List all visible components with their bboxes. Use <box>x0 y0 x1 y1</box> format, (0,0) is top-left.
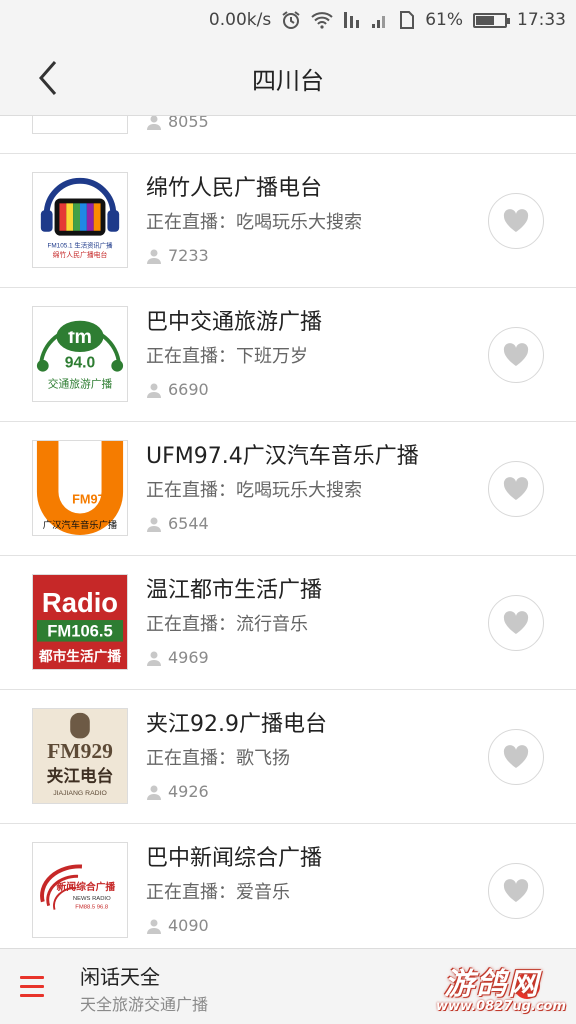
station-name: UFM97.4广汉汽车音乐广播 <box>146 444 419 469</box>
heart-icon <box>503 477 529 500</box>
logo-text: 绵竹人民广播电台 <box>53 250 108 259</box>
user-icon <box>147 517 161 532</box>
watermark-logo: 游鸽网 www.0827ug.com <box>420 955 570 1021</box>
station-logo: 新闻综合广播 NEWS RADIO FM88.5 96.8 <box>32 842 128 938</box>
user-icon <box>147 919 161 934</box>
watermark-text: 游鸽网 <box>444 967 540 1002</box>
now-playing: 正在直播：流行音乐 <box>146 614 308 635</box>
user-icon <box>147 785 161 800</box>
listener-count: 8055 <box>146 116 209 131</box>
listener-count: 7233 <box>146 246 209 265</box>
now-playing: 正在直播：吃喝玩乐大搜索 <box>146 212 362 233</box>
favorite-button[interactable] <box>488 327 544 383</box>
heart-icon <box>503 879 529 902</box>
battery-icon <box>473 12 510 28</box>
signal-icon <box>371 10 389 30</box>
station-row[interactable]: 8055 <box>0 116 576 154</box>
watermark-url: www.0827ug.com <box>436 999 566 1014</box>
logo-text: FM97.4 <box>72 492 115 507</box>
station-list[interactable]: 8055 FM105.1 生活资讯广播 绵竹人民广播电台 绵竹人民广播电台 正在… <box>0 116 576 948</box>
station-row[interactable]: Radio FM106.5 都市生活广播 温江都市生活广播 正在直播：流行音乐 … <box>0 556 576 690</box>
user-icon <box>147 249 161 264</box>
alarm-icon <box>281 10 301 30</box>
net-speed: 0.00k/s <box>208 10 272 30</box>
logo-text: FM106.5 <box>47 622 113 641</box>
user-icon <box>147 383 161 398</box>
station-logo: Radio FM106.5 都市生活广播 <box>32 574 128 670</box>
logo-text: JIAJIANG RADIO <box>53 790 107 797</box>
station-logo: FM105.1 生活资讯广播 绵竹人民广播电台 <box>32 172 128 268</box>
favorite-button[interactable] <box>488 729 544 785</box>
logo-text: NEWS RADIO <box>73 896 111 902</box>
logo-text: 交通旅游广播 <box>48 377 113 390</box>
heart-icon <box>503 611 529 634</box>
logo-text: 新闻综合广播 <box>57 880 116 893</box>
now-playing: 正在直播：下班万岁 <box>146 346 308 367</box>
station-row[interactable]: fm 94.0 交通旅游广播 巴中交通旅游广播 正在直播：下班万岁 6690 <box>0 288 576 422</box>
listener-count: 6690 <box>146 380 209 399</box>
logo-text: FM88.5 96.8 <box>75 905 108 911</box>
back-button[interactable] <box>28 58 68 98</box>
station-name: 温江都市生活广播 <box>146 578 323 603</box>
station-name: 巴中新闻综合广播 <box>146 846 323 871</box>
favorite-button[interactable] <box>488 595 544 651</box>
listener-count: 4969 <box>146 648 209 667</box>
now-playing: 正在直播：爱音乐 <box>146 882 290 903</box>
logo-text: FM105.1 生活资讯广播 <box>47 240 113 249</box>
logo-text: FM929 <box>47 739 113 763</box>
now-playing: 正在直播：吃喝玩乐大搜索 <box>146 480 362 501</box>
logo-text: 夹江电台 <box>47 765 114 785</box>
station-logo <box>32 116 128 134</box>
wifi-icon <box>311 11 333 29</box>
menu-button[interactable] <box>20 969 54 1003</box>
user-icon <box>147 651 161 666</box>
sim-icon <box>399 10 415 30</box>
station-row[interactable]: FM105.1 生活资讯广播 绵竹人民广播电台 绵竹人民广播电台 正在直播：吃喝… <box>0 154 576 288</box>
player-subtitle: 天全旅游交通广播 <box>80 995 209 1014</box>
heart-icon <box>503 745 529 768</box>
player-title: 闲话天全 <box>80 965 160 989</box>
page-title: 四川台 <box>252 66 324 95</box>
listener-count: 6544 <box>146 514 209 533</box>
logo-text: 都市生活广播 <box>38 648 121 664</box>
user-icon <box>147 116 161 130</box>
station-name: 巴中交通旅游广播 <box>146 310 323 335</box>
battery-percent: 61% <box>425 10 463 30</box>
station-row[interactable]: 新闻综合广播 NEWS RADIO FM88.5 96.8 巴中新闻综合广播 正… <box>0 824 576 948</box>
station-row[interactable]: U FM97.4 广汉汽车音乐广播 UFM97.4广汉汽车音乐广播 正在直播：吃… <box>0 422 576 556</box>
mini-player[interactable]: 闲话天全 天全旅游交通广播 游鸽网 www.0827ug.com <box>0 948 576 1024</box>
logo-text: Radio <box>42 587 118 618</box>
station-logo: FM929 夹江电台 JIAJIANG RADIO <box>32 708 128 804</box>
station-name: 夹江92.9广播电台 <box>146 712 327 737</box>
hd-signal-icon <box>343 10 361 30</box>
logo-text: 广汉汽车音乐广播 <box>43 519 118 530</box>
heart-icon <box>503 343 529 366</box>
hamburger-icon <box>20 975 44 979</box>
heart-icon <box>503 209 529 232</box>
listener-count: 4926 <box>146 782 209 801</box>
status-bar: 0.00k/s 61% 17:33 <box>0 0 576 40</box>
station-name: 绵竹人民广播电台 <box>146 176 323 201</box>
logo-text: 94.0 <box>65 355 96 372</box>
station-row[interactable]: FM929 夹江电台 JIAJIANG RADIO 夹江92.9广播电台 正在直… <box>0 690 576 824</box>
favorite-button[interactable] <box>488 461 544 517</box>
station-logo: fm 94.0 交通旅游广播 <box>32 306 128 402</box>
favorite-button[interactable] <box>488 193 544 249</box>
title-bar: 四川台 <box>0 40 576 116</box>
clock: 17:33 <box>517 10 566 30</box>
now-playing: 正在直播：歌飞扬 <box>146 748 290 769</box>
favorite-button[interactable] <box>488 863 544 919</box>
station-logo: U FM97.4 广汉汽车音乐广播 <box>32 440 128 536</box>
listener-count: 4090 <box>146 916 209 935</box>
chevron-left-icon <box>39 61 57 95</box>
